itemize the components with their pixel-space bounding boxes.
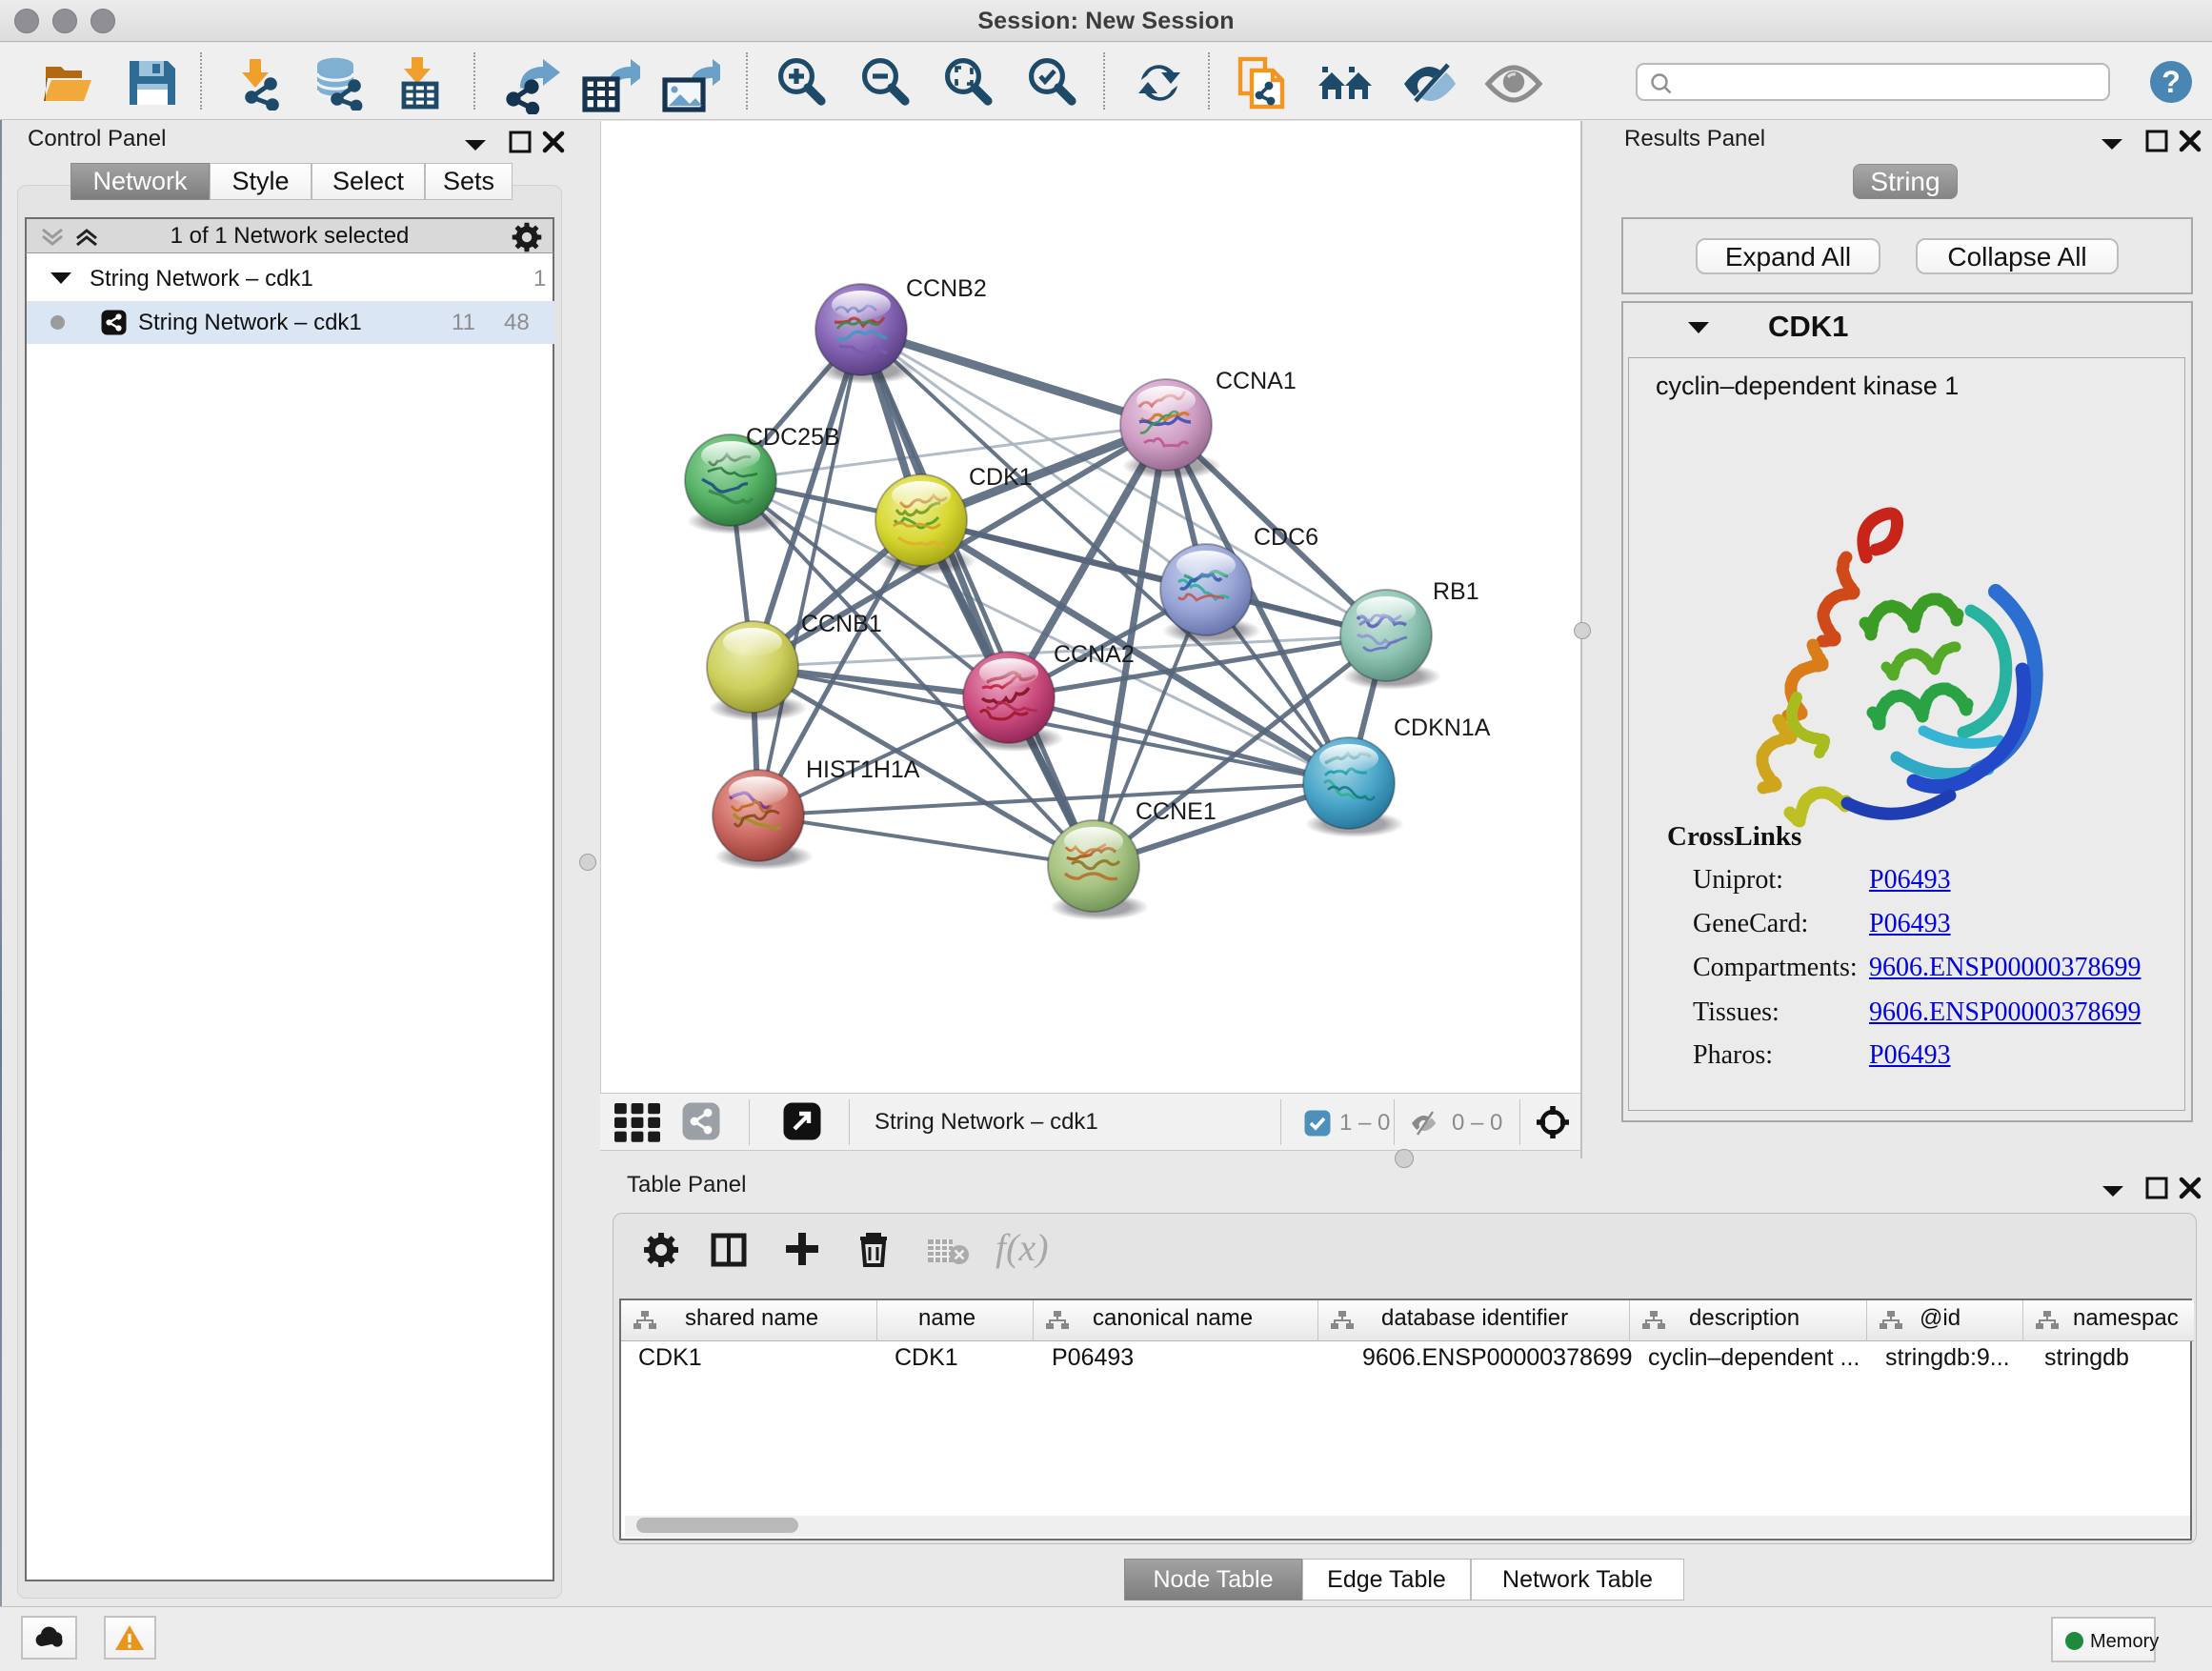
svg-text:CCNB2: CCNB2 [906, 275, 987, 302]
svg-text:CCNA1: CCNA1 [1216, 368, 1297, 394]
svg-text:CDC6: CDC6 [1254, 524, 1318, 551]
svg-text:CCNE1: CCNE1 [1136, 798, 1217, 825]
svg-text:CDKN1A: CDKN1A [1394, 715, 1491, 741]
svg-text:CCNB1: CCNB1 [801, 611, 882, 637]
svg-text:HIST1H1A: HIST1H1A [806, 756, 920, 783]
svg-text:CDC25B: CDC25B [746, 424, 840, 451]
svg-text:CDK1: CDK1 [969, 464, 1033, 491]
svg-text:?: ? [2162, 65, 2181, 99]
svg-text:CCNA2: CCNA2 [1054, 641, 1135, 668]
svg-text:RB1: RB1 [1433, 578, 1479, 605]
